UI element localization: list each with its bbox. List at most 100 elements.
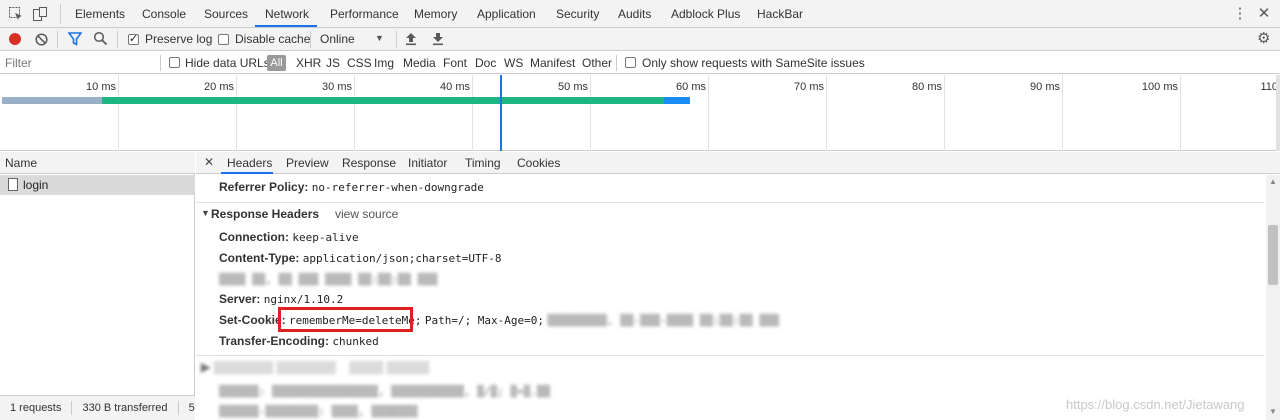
header-row-content-type: Content-Type: application/json;charset=U… — [219, 251, 501, 266]
filter-js-button[interactable]: JS — [326, 56, 340, 71]
timeline-overview[interactable]: 10 ms 20 ms 30 ms 40 ms 50 ms 60 ms 70 m… — [0, 75, 1280, 151]
preserve-log-checkbox[interactable] — [128, 32, 139, 45]
gridline — [236, 75, 237, 151]
gridline — [118, 75, 119, 151]
import-har-icon[interactable] — [405, 32, 417, 46]
filter-manifest-button[interactable]: Manifest — [530, 56, 575, 71]
triangle-down-icon[interactable]: ▼ — [201, 208, 210, 218]
more-options-icon[interactable]: ⋮ — [1232, 6, 1248, 22]
network-status-bar: 1 requests 330 B transferred 54 — [0, 395, 195, 420]
scrollbar[interactable] — [1266, 175, 1280, 420]
disable-cache-checkbox[interactable] — [218, 34, 229, 45]
redacted-text: ▒▒▒▒▒▒▒▒▒, ▒▒-▒▒▒-▒▒▒▒ ▒▒:▒▒:▒▒ ▒▒▒ — [547, 314, 780, 327]
tab-cookies[interactable]: Cookies — [517, 152, 560, 174]
scroll-down-icon[interactable]: ▼ — [1268, 408, 1278, 416]
filter-img-button[interactable]: Img — [374, 56, 394, 71]
filter-input[interactable] — [2, 54, 158, 72]
filter-icon[interactable] — [67, 32, 83, 46]
export-har-icon[interactable] — [432, 32, 444, 46]
timeline-tick: 90 ms — [1030, 81, 1060, 93]
tab-hackbar[interactable]: HackBar — [757, 0, 803, 28]
scrollbar-thumb[interactable] — [1268, 225, 1278, 285]
divider — [616, 55, 617, 71]
timeline-tick: 20 ms — [204, 81, 234, 93]
tab-timing[interactable]: Timing — [465, 152, 501, 174]
watermark: https://blog.csdn.net/Jietawang — [1066, 397, 1245, 412]
tab-application[interactable]: Application — [477, 0, 536, 28]
close-icon[interactable]: ✕ — [204, 155, 214, 169]
active-detail-tab-indicator — [221, 172, 273, 174]
tab-response[interactable]: Response — [342, 152, 396, 174]
header-row-transfer-encoding: Transfer-Encoding: chunked — [219, 334, 379, 349]
filter-xhr-button[interactable]: XHR — [296, 56, 321, 71]
record-icon[interactable] — [9, 33, 21, 45]
tab-audits[interactable]: Audits — [618, 0, 651, 28]
header-value: nginx/1.10.2 — [263, 293, 344, 306]
scroll-up-icon[interactable]: ▲ — [1268, 178, 1278, 186]
name-column-header[interactable]: Name — [0, 152, 195, 174]
request-name: login — [23, 178, 49, 192]
request-bar-download — [102, 97, 664, 104]
tab-headers[interactable]: Headers — [227, 152, 272, 174]
filter-ws-button[interactable]: WS — [504, 56, 523, 71]
tab-console[interactable]: Console — [142, 0, 186, 28]
tab-sources[interactable]: Sources — [204, 0, 248, 28]
timeline-tick: 70 ms — [794, 81, 824, 93]
filter-other-button[interactable]: Other — [582, 56, 612, 71]
inspect-element-icon[interactable] — [8, 6, 24, 22]
tab-adblock-plus[interactable]: Adblock Plus — [671, 0, 740, 28]
divider — [71, 401, 73, 416]
search-icon[interactable] — [93, 31, 108, 46]
divider — [160, 55, 161, 71]
header-key: Set-Cookie: — [219, 313, 286, 327]
hide-data-urls-checkbox[interactable] — [169, 57, 180, 68]
divider — [57, 31, 58, 48]
redacted-header-row: ▒▒▒▒ ▒▒, ▒▒ ▒▒▒ ▒▒▒▒ ▒▒:▒▒:▒▒ ▒▒▒ — [219, 273, 438, 286]
request-list: Name login 1 requests 330 B transferred … — [0, 152, 195, 420]
request-count: 1 requests — [10, 402, 62, 414]
throttling-select[interactable]: Online — [320, 32, 355, 47]
tab-elements[interactable]: Elements — [75, 0, 125, 28]
request-row[interactable]: login — [0, 175, 195, 195]
samesite-checkbox[interactable] — [625, 57, 636, 68]
header-row-connection: Connection: keep-alive — [219, 230, 359, 245]
response-headers-title[interactable]: Response Headers — [211, 207, 319, 221]
tab-security[interactable]: Security — [556, 0, 599, 28]
network-toolbar: Preserve log Disable cache Online ▼ ⚙ — [0, 28, 1280, 51]
device-toolbar-icon[interactable] — [32, 6, 48, 22]
gridline — [1062, 75, 1063, 151]
clear-icon[interactable] — [35, 33, 48, 46]
header-row-server: Server: nginx/1.10.2 — [219, 292, 343, 307]
request-bar-waiting — [2, 97, 102, 104]
active-tab-indicator — [255, 25, 317, 27]
filter-all-button[interactable]: All — [267, 55, 286, 71]
annotation-highlight-box — [278, 307, 413, 332]
gear-icon[interactable]: ⚙ — [1257, 31, 1270, 47]
header-key: Connection: — [219, 230, 289, 244]
tab-initiator[interactable]: Initiator — [408, 152, 447, 174]
tab-performance[interactable]: Performance — [330, 0, 399, 28]
disable-cache-label: Disable cache — [235, 32, 311, 46]
filter-css-button[interactable]: CSS — [347, 56, 372, 71]
tab-network[interactable]: Network — [265, 0, 309, 28]
filter-media-button[interactable]: Media — [403, 56, 436, 71]
view-source-link[interactable]: view source — [335, 207, 398, 221]
detail-tab-bar: ✕ Headers Preview Response Initiator Tim… — [196, 152, 1280, 174]
document-icon — [8, 178, 18, 191]
header-key: Server: — [219, 292, 261, 306]
transferred-size: 330 B transferred — [82, 402, 168, 414]
header-value: chunked — [332, 335, 379, 348]
header-value: keep-alive — [292, 231, 359, 244]
filter-doc-button[interactable]: Doc — [475, 56, 496, 71]
redacted-header-row: ▒▒▒▒▒▒: ▒▒▒▒▒▒▒▒▒▒▒▒▒▒▒▒, ▒▒▒▒▒▒▒▒▒▒▒, ▒… — [219, 385, 551, 398]
tab-memory[interactable]: Memory — [414, 0, 457, 28]
divider — [117, 31, 118, 48]
close-icon[interactable]: ✕ — [1256, 6, 1272, 22]
timeline-tick: 100 ms — [1141, 81, 1178, 93]
tab-preview[interactable]: Preview — [286, 152, 329, 174]
chevron-down-icon[interactable]: ▼ — [375, 33, 384, 43]
timeline-tick: 40 ms — [440, 81, 470, 93]
filter-font-button[interactable]: Font — [443, 56, 467, 71]
devtools-tab-bar: Elements Console Sources Network Perform… — [0, 0, 1280, 28]
gridline — [1180, 75, 1181, 151]
